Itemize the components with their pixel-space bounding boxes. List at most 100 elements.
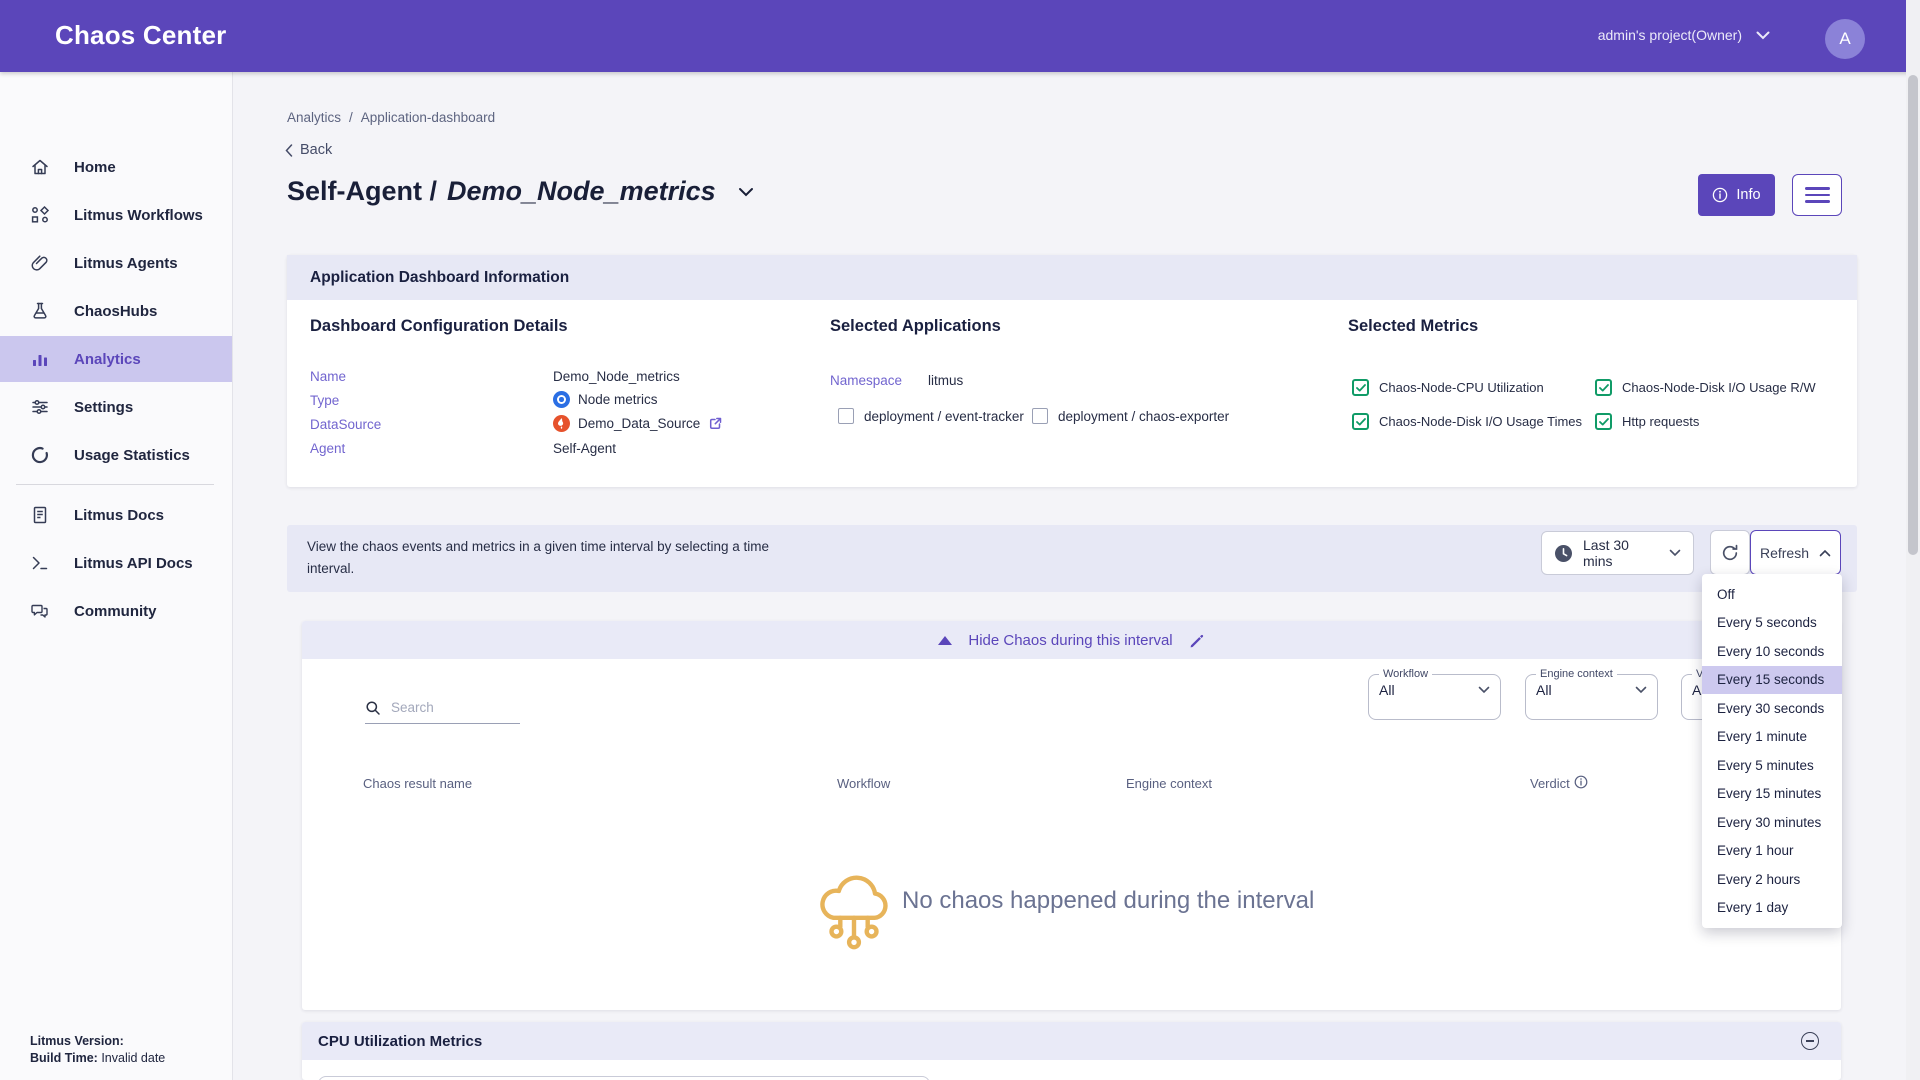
cpu-section-header: CPU Utilization Metrics xyxy=(302,1022,1841,1060)
sidebar-item-analytics[interactable]: Analytics xyxy=(0,336,232,382)
page-title: Self-Agent / Demo_Node_metrics xyxy=(287,176,754,207)
hide-chaos-toggle-label[interactable]: Hide Chaos during this interval xyxy=(968,632,1172,649)
analytics-icon xyxy=(30,349,50,369)
chevron-left-icon xyxy=(285,144,293,157)
time-range-select[interactable]: Last 30 mins xyxy=(1541,531,1694,575)
verdict-info-icon[interactable] xyxy=(1574,775,1588,789)
chevron-down-icon xyxy=(1669,549,1681,557)
checkbox-checked[interactable] xyxy=(1595,379,1612,396)
usage-ring-icon xyxy=(30,445,50,465)
breadcrumb-separator: / xyxy=(349,110,353,125)
document-icon xyxy=(30,505,50,525)
menu-option-every-5-minutes[interactable]: Every 5 minutes xyxy=(1702,751,1842,780)
page-title-agent: Self-Agent / xyxy=(287,176,437,207)
applications-heading: Selected Applications xyxy=(830,317,1001,336)
refresh-icon xyxy=(1720,543,1740,563)
edit-pencil-icon[interactable] xyxy=(1189,632,1205,648)
checkbox-unchecked[interactable] xyxy=(1032,408,1048,424)
checkbox-unchecked[interactable] xyxy=(838,408,854,424)
home-icon xyxy=(30,157,50,177)
chaos-center-app: Chaos Center admin's project(Owner) A Ho… xyxy=(0,0,1920,1080)
empty-state-message: No chaos happened during the interval xyxy=(902,887,1314,915)
breadcrumb-application-dashboard[interactable]: Application-dashboard xyxy=(361,110,495,125)
menu-option-every-30-minutes[interactable]: Every 30 minutes xyxy=(1702,808,1842,837)
config-value-type: Node metrics xyxy=(553,391,658,408)
menu-option-every-15-seconds[interactable]: Every 15 seconds xyxy=(1702,666,1842,695)
interval-message: View the chaos events and metrics in a g… xyxy=(307,536,769,580)
sidebar-divider xyxy=(16,484,214,485)
menu-option-every-10-seconds[interactable]: Every 10 seconds xyxy=(1702,637,1842,666)
workflow-filter[interactable]: Workflow All xyxy=(1368,668,1501,720)
config-value-datasource: Demo_Data_Source xyxy=(553,415,723,432)
menu-option-every-1-hour[interactable]: Every 1 hour xyxy=(1702,837,1842,866)
column-engine-context: Engine context xyxy=(1126,776,1212,791)
refresh-rate-button[interactable]: Refresh xyxy=(1750,530,1841,575)
column-verdict: Verdict xyxy=(1530,776,1570,791)
dashboard-menu-button[interactable] xyxy=(1792,174,1842,216)
search-icon xyxy=(365,700,381,716)
menu-option-every-5-seconds[interactable]: Every 5 seconds xyxy=(1702,609,1842,638)
info-icon xyxy=(1712,187,1728,203)
metric-item: Chaos-Node-Disk I/O Usage Times xyxy=(1352,413,1582,430)
info-button[interactable]: Info xyxy=(1698,174,1775,216)
namespace-label: Namespace xyxy=(830,373,902,388)
menu-option-every-30-seconds[interactable]: Every 30 seconds xyxy=(1702,694,1842,723)
breadcrumb: Analytics / Application-dashboard xyxy=(287,110,495,125)
chevron-down-icon xyxy=(1635,686,1647,694)
refresh-rate-menu: Off Every 5 seconds Every 10 seconds Eve… xyxy=(1702,574,1842,928)
checkbox-checked[interactable] xyxy=(1352,379,1369,396)
scrollbar-thumb[interactable] xyxy=(1908,75,1918,555)
cpu-utilization-card: CPU Utilization Metrics xyxy=(302,1022,1841,1080)
menu-option-every-2-hours[interactable]: Every 2 hours xyxy=(1702,865,1842,894)
menu-option-every-1-day[interactable]: Every 1 day xyxy=(1702,894,1842,923)
config-label-type: Type xyxy=(310,393,339,408)
workflows-icon xyxy=(30,205,50,225)
refresh-now-button[interactable] xyxy=(1710,530,1750,575)
sidebar-item-litmus-agents[interactable]: Litmus Agents xyxy=(0,240,232,286)
dashboard-select-chevron[interactable] xyxy=(738,187,754,197)
sidebar-item-chaoshubs[interactable]: ChaosHubs xyxy=(0,288,232,334)
link-icon xyxy=(30,253,50,273)
metric-item: Chaos-Node-CPU Utilization xyxy=(1352,379,1544,396)
chart-panel-partial xyxy=(318,1076,930,1080)
sidebar-item-litmus-docs[interactable]: Litmus Docs xyxy=(0,492,232,538)
sidebar-item-usage-statistics[interactable]: Usage Statistics xyxy=(0,432,232,478)
config-value-name: Demo_Node_metrics xyxy=(553,369,680,384)
collapse-minus-icon[interactable] xyxy=(1801,1032,1819,1050)
sidebar-item-litmus-api-docs[interactable]: Litmus API Docs xyxy=(0,540,232,586)
sliders-icon xyxy=(30,397,50,417)
config-value-agent: Self-Agent xyxy=(553,441,616,456)
metrics-heading: Selected Metrics xyxy=(1348,317,1478,336)
checkbox-checked[interactable] xyxy=(1595,413,1612,430)
menu-option-every-15-minutes[interactable]: Every 15 minutes xyxy=(1702,780,1842,809)
config-label-datasource: DataSource xyxy=(310,417,381,432)
namespace-row: Namespace litmus xyxy=(830,373,963,388)
column-workflow: Workflow xyxy=(837,776,890,791)
application-option: deployment / chaos-exporter xyxy=(1032,408,1229,424)
menu-option-off[interactable]: Off xyxy=(1702,580,1842,609)
checkbox-checked[interactable] xyxy=(1352,413,1369,430)
menu-option-every-1-minute[interactable]: Every 1 minute xyxy=(1702,723,1842,752)
search-input[interactable] xyxy=(389,699,513,716)
cpu-section-title: CPU Utilization Metrics xyxy=(318,1033,482,1050)
metric-item: Chaos-Node-Disk I/O Usage R/W xyxy=(1595,379,1816,396)
flask-icon xyxy=(30,301,50,321)
breadcrumb-analytics[interactable]: Analytics xyxy=(287,110,341,125)
external-link-icon[interactable] xyxy=(708,416,723,431)
node-metrics-icon xyxy=(553,391,570,408)
panel-header: Application Dashboard Information xyxy=(287,255,1857,300)
sidebar-item-home[interactable]: Home xyxy=(0,144,232,190)
configuration-heading: Dashboard Configuration Details xyxy=(310,317,568,336)
avatar[interactable]: A xyxy=(1825,19,1865,59)
engine-context-filter[interactable]: Engine context All xyxy=(1525,668,1658,720)
sidebar-item-community[interactable]: Community xyxy=(0,588,232,634)
sidebar-item-litmus-workflows[interactable]: Litmus Workflows xyxy=(0,192,232,238)
sidebar-item-settings[interactable]: Settings xyxy=(0,384,232,430)
app-logo: Chaos Center xyxy=(55,20,226,51)
chevron-up-icon xyxy=(1819,549,1831,557)
application-option: deployment / event-tracker xyxy=(838,408,1024,424)
project-switcher[interactable]: admin's project(Owner) xyxy=(1598,27,1770,43)
back-button[interactable]: Back xyxy=(285,142,332,158)
collapse-triangle-icon[interactable] xyxy=(938,636,952,645)
version-info: Litmus Version: Build Time: Invalid date xyxy=(30,1033,165,1067)
